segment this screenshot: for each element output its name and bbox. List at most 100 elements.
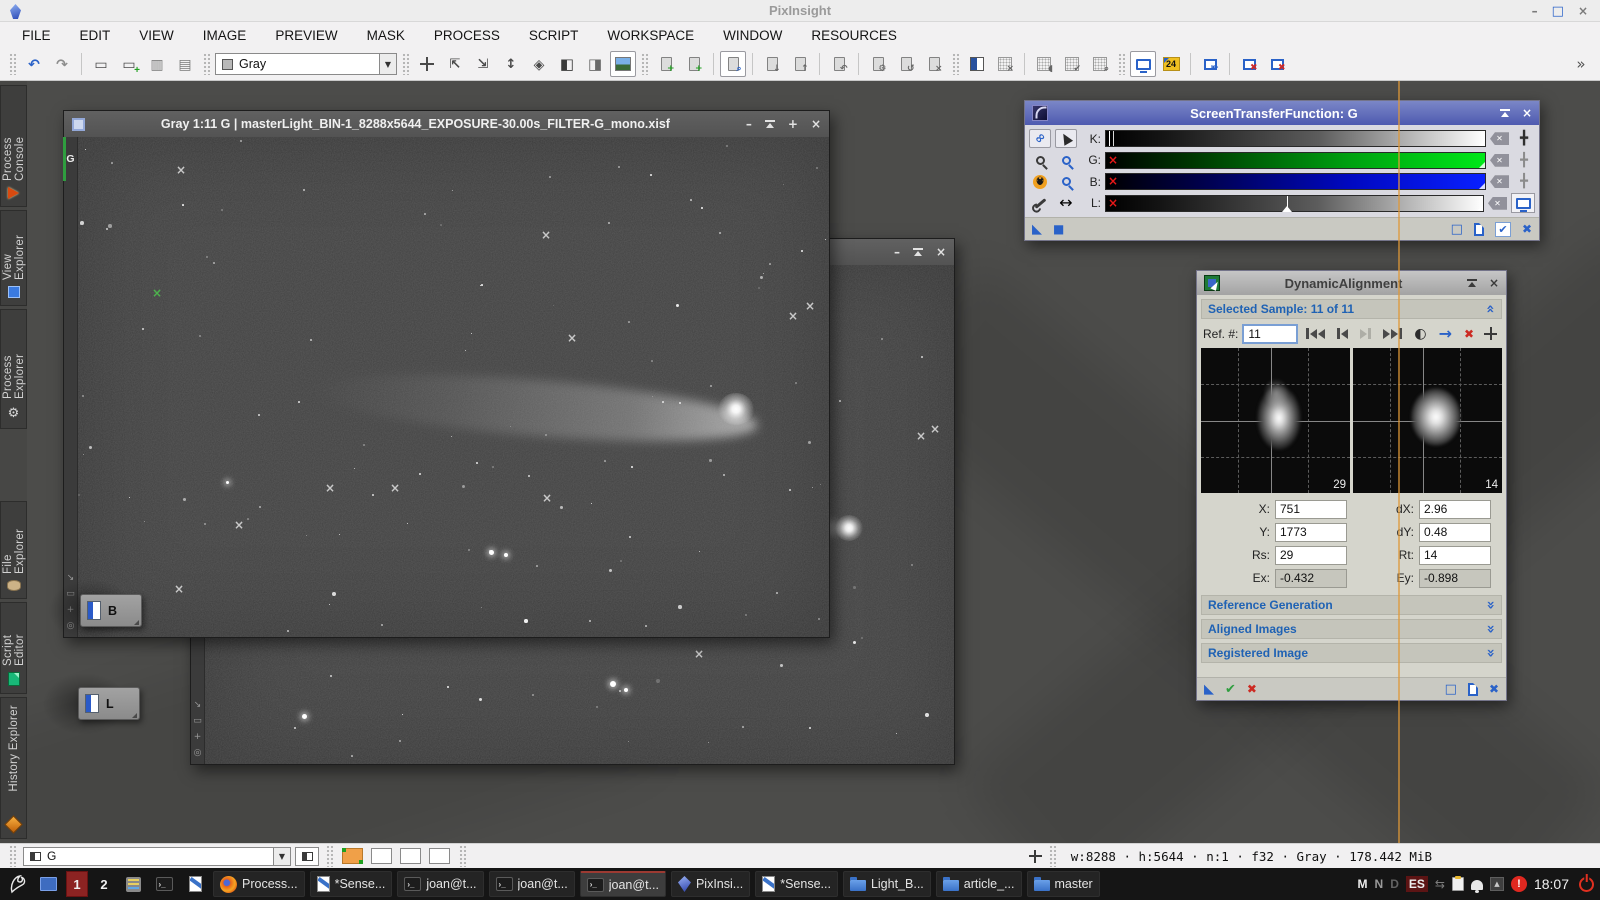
menu-preview[interactable]: PREVIEW [275, 28, 337, 43]
toolbar-grip[interactable] [641, 53, 648, 75]
minimize-button[interactable] [746, 117, 752, 131]
statusbar-grip[interactable] [459, 845, 466, 867]
reset-channel-button[interactable] [1490, 175, 1509, 188]
taskbar-window-editor-2[interactable]: *Sense... [755, 871, 838, 897]
sidebar-tab-view-explorer[interactable]: View Explorer [0, 210, 27, 306]
selected-sample-header[interactable]: Selected Sample: 11 of 11 [1201, 299, 1502, 319]
reset-dialog-button[interactable] [1489, 680, 1499, 698]
image-mode-button[interactable] [610, 51, 636, 77]
dynamic-alignment-dialog[interactable]: DynamicAlignment Selected Sample: 11 of … [1196, 270, 1507, 701]
edit-instance-button[interactable] [1451, 220, 1463, 238]
sample-marker[interactable] [541, 229, 551, 241]
statusbar-grip[interactable] [1049, 845, 1056, 867]
menu-script[interactable]: SCRIPT [529, 28, 579, 43]
stf-dialog[interactable]: ScreenTransferFunction: G K: [1024, 100, 1540, 241]
edit-mode-button[interactable] [1055, 129, 1077, 148]
shade-button[interactable] [765, 120, 775, 129]
ref-number-input[interactable] [1242, 324, 1298, 344]
resize-icon[interactable] [194, 699, 202, 710]
browse-documentation-button[interactable] [1468, 683, 1478, 696]
workspace-2-button[interactable]: 2 [93, 871, 115, 897]
zoom-in-button[interactable] [1055, 151, 1077, 170]
edit-instance-button[interactable] [1445, 680, 1457, 698]
sample-marker[interactable] [916, 430, 926, 442]
front-window-titlebar[interactable]: Gray 1:11 G | masterLight_BIN-1_8288x564… [64, 111, 829, 137]
notifications-icon[interactable] [1471, 880, 1483, 890]
sample-marker[interactable] [788, 310, 798, 322]
reset-dialog-button[interactable] [1522, 220, 1532, 238]
reset-channel-button[interactable] [1488, 197, 1507, 210]
taskbar-window-firefox[interactable]: Process... [213, 871, 305, 897]
close-button[interactable] [936, 245, 946, 259]
section-registered-image[interactable]: Registered Image [1201, 643, 1502, 663]
workspace-thumb-2[interactable] [371, 848, 392, 864]
duplicate-button[interactable] [144, 51, 170, 77]
remove-mask-button[interactable]: × [992, 51, 1018, 77]
workspace-thumb-3[interactable] [400, 848, 421, 864]
readout-mode-button[interactable] [554, 51, 580, 77]
menu-view[interactable]: VIEW [139, 28, 174, 43]
statusbar-grip[interactable] [326, 845, 333, 867]
reset-channel-button[interactable] [1490, 154, 1509, 167]
pin-button[interactable] [1500, 109, 1510, 118]
new-project-button[interactable]: + [681, 51, 707, 77]
execute-button[interactable] [1225, 680, 1236, 698]
fit-view-button[interactable] [498, 51, 524, 77]
menu-file[interactable]: FILE [22, 28, 51, 43]
taskbar-window-pixinsight[interactable]: PixInsi... [671, 871, 750, 897]
color-space-dropdown[interactable]: Gray [215, 53, 397, 75]
dropdown-arrow-button[interactable] [379, 54, 396, 74]
reset-channel-button[interactable] [1490, 132, 1509, 145]
sample-marker[interactable] [174, 583, 184, 595]
updates-icon[interactable] [1490, 877, 1504, 891]
next-sample-button[interactable] [1360, 328, 1371, 339]
mask-preview-button[interactable]: ⌕ [1087, 51, 1113, 77]
clipboard-icon[interactable] [1452, 877, 1464, 891]
menu-window[interactable]: WINDOW [723, 28, 782, 43]
sidebar-tab-process-explorer[interactable]: Process Explorer [0, 309, 27, 429]
y-input[interactable] [1275, 523, 1347, 542]
screen-transfer-button[interactable] [1130, 51, 1156, 77]
sample-marker[interactable] [567, 332, 577, 344]
menu-image[interactable]: IMAGE [203, 28, 247, 43]
sample-marker[interactable] [542, 492, 552, 504]
collapse-section-icon[interactable] [1483, 304, 1497, 313]
toolbar-grip[interactable] [9, 53, 16, 75]
new-window-button[interactable] [116, 51, 142, 77]
save-file-button[interactable]: ↑ [787, 51, 813, 77]
workspace-thumb-1[interactable] [342, 848, 363, 864]
zoom-out-button[interactable] [1029, 151, 1051, 170]
redo-button[interactable] [49, 51, 75, 77]
app-maximize-button[interactable] [1552, 4, 1564, 19]
statusbar-grip[interactable] [9, 845, 16, 867]
track-view-checkbox[interactable] [1495, 222, 1511, 237]
crosshair-icon[interactable] [1484, 327, 1497, 340]
open-file-button[interactable]: ↓ [759, 51, 785, 77]
sidebar-tab-file-explorer[interactable]: File Explorer [0, 501, 27, 599]
select-mode-button[interactable] [582, 51, 608, 77]
app-minimize-button[interactable] [1532, 4, 1538, 18]
indicator-n[interactable]: N [1375, 877, 1384, 891]
toolbar-grip[interactable] [203, 53, 210, 75]
menu-mask[interactable]: MASK [367, 28, 405, 43]
close-button[interactable] [1522, 106, 1532, 120]
taskbar-window-folder-lightb[interactable]: Light_B... [843, 871, 931, 897]
track-view-2[interactable] [1513, 151, 1535, 170]
sidebar-tab-process-console[interactable]: Process Console [0, 85, 27, 207]
delete-sample-button[interactable] [1464, 325, 1474, 343]
workspace-1-button[interactable]: 1 [66, 871, 88, 897]
mask-enable-button[interactable]: ✔ [1059, 51, 1085, 77]
minimize-button[interactable] [894, 245, 900, 259]
window-shade-button[interactable] [120, 871, 146, 897]
cancel-button[interactable] [1247, 680, 1257, 698]
sample-preview-reference[interactable]: 29 [1201, 348, 1350, 493]
sample-marker[interactable] [234, 519, 244, 531]
center-view-icon[interactable] [194, 747, 202, 758]
menu-edit[interactable]: EDIT [80, 28, 111, 43]
taskbar-window-folder-article[interactable]: article_... [936, 871, 1022, 897]
stf-l-slider[interactable] [1105, 195, 1484, 212]
file-reload-button[interactable]: ↺ [893, 51, 919, 77]
taskbar-window-terminal-1[interactable]: joan@t... [397, 871, 483, 897]
browse-files-button[interactable]: ⌕ [720, 51, 746, 77]
auto-stretch-button[interactable] [1029, 172, 1051, 191]
